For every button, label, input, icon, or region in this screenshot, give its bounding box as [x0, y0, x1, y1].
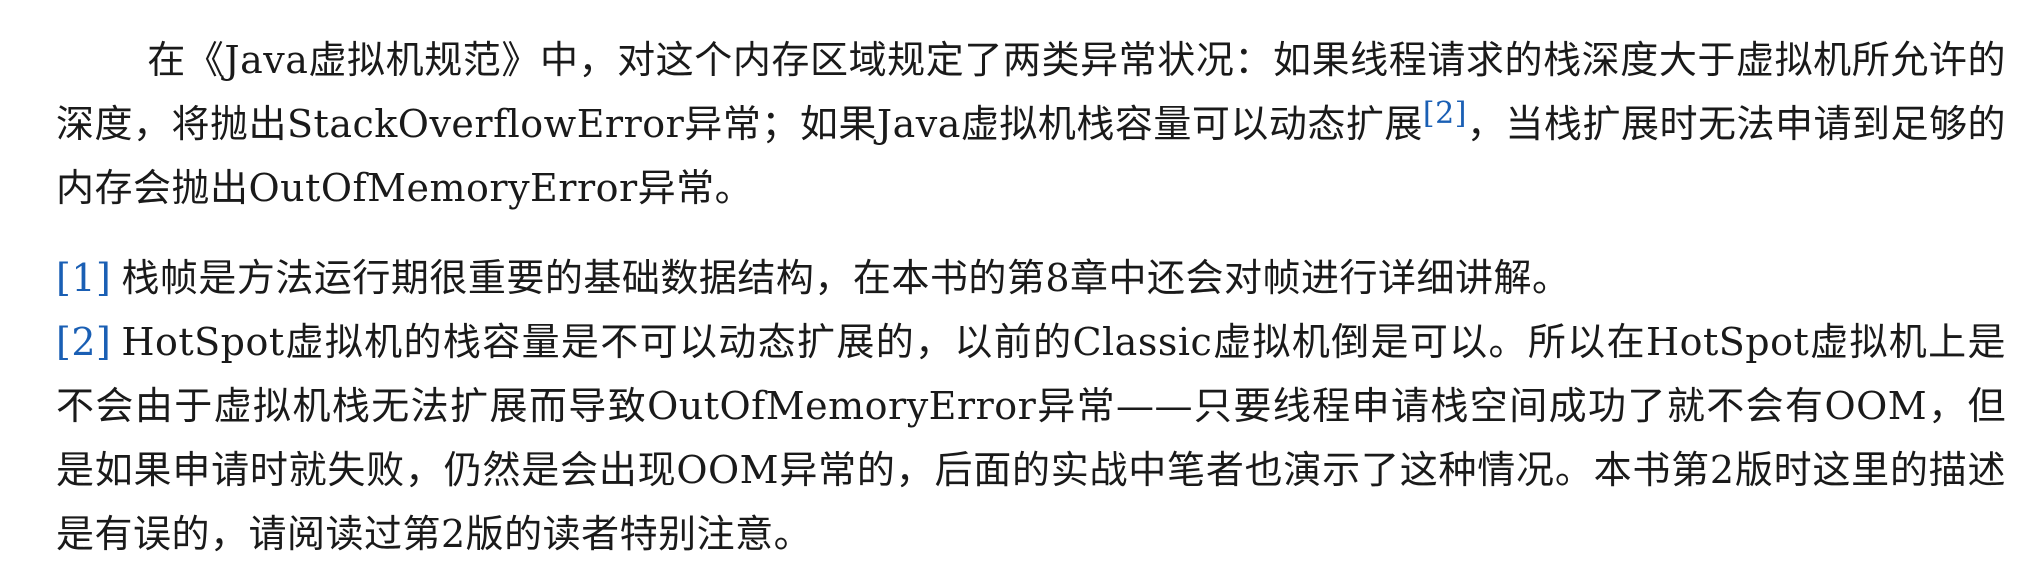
- footnote-2: [2] HotSpot虚拟机的栈容量是不可以动态扩展的，以前的Classic虚拟机…: [56, 310, 2006, 566]
- footnote-marker-1[interactable]: [1]: [56, 256, 111, 300]
- body-paragraph: 在《Java虚拟机规范》中，对这个内存区域规定了两类异常状况：如果线程请求的栈深…: [56, 28, 2006, 220]
- footnote-text-1: 栈帧是方法运行期很重要的基础数据结构，在本书的第8章中还会对帧进行详细讲解。: [121, 256, 1571, 300]
- footnote-1: [1] 栈帧是方法运行期很重要的基础数据结构，在本书的第8章中还会对帧进行详细讲解…: [56, 246, 2006, 310]
- footnote-text-2: HotSpot虚拟机的栈容量是不可以动态扩展的，以前的Classic虚拟机倒是可…: [56, 320, 2006, 556]
- footnote-ref-2[interactable]: [2]: [1423, 96, 1467, 131]
- document-page: 在《Java虚拟机规范》中，对这个内存区域规定了两类异常状况：如果线程请求的栈深…: [56, 0, 2006, 566]
- footnote-marker-2[interactable]: [2]: [56, 320, 111, 364]
- footnotes-section: [1] 栈帧是方法运行期很重要的基础数据结构，在本书的第8章中还会对帧进行详细讲解…: [56, 246, 2006, 566]
